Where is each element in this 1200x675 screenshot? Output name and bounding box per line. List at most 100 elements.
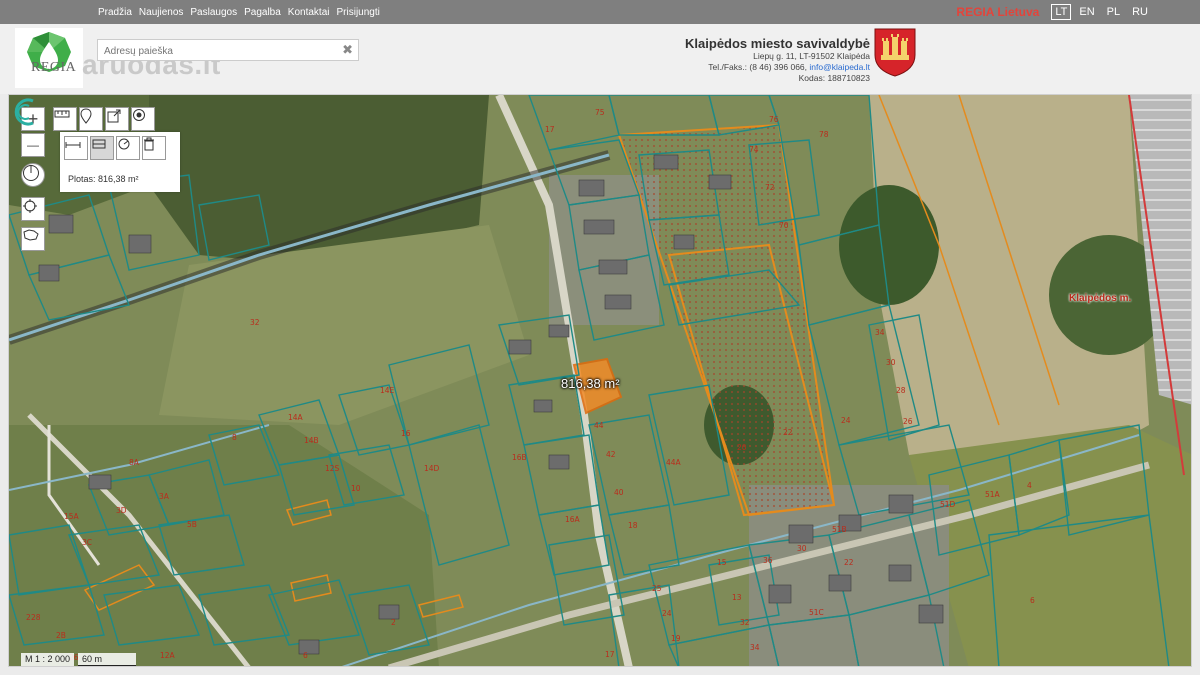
- cadastral-map[interactable]: 75 17 76 74 78 72 70 32 34 30 28 26 24 2…: [8, 94, 1192, 667]
- parcel-label: 25: [652, 584, 662, 593]
- clear-search-icon[interactable]: ✖: [342, 42, 353, 58]
- parcel-label: 6: [1030, 596, 1035, 605]
- parcel-label: 2: [391, 618, 396, 627]
- municipality-email[interactable]: info@klaipeda.lt: [809, 62, 870, 72]
- compass-button[interactable]: [21, 163, 45, 187]
- parcel-label: 28: [896, 386, 906, 395]
- parcel-label: 4: [1027, 481, 1032, 490]
- parcel-label: 3C: [82, 538, 92, 547]
- parcel-label: 24: [662, 609, 672, 618]
- regia-corner-logo-icon: [14, 98, 34, 126]
- map-pin-icon: [80, 108, 92, 124]
- map-scale: M 1 : 2 000 60 m: [21, 653, 137, 666]
- nav-paslaugos[interactable]: Paslaugos: [190, 7, 237, 18]
- nav-pradzia[interactable]: Pradžia: [98, 7, 132, 18]
- delete-measurement-button[interactable]: [142, 136, 166, 160]
- scale-ratio: M 1 : 2 000: [21, 653, 75, 666]
- marker-tool-button[interactable]: [79, 107, 103, 131]
- municipality-contact: Tel./Faks.: (8 46) 396 066, info@klaiped…: [685, 62, 870, 73]
- measure-tool-button[interactable]: [53, 107, 77, 131]
- parcel-label: 75: [595, 108, 605, 117]
- parcel-label: 32: [740, 618, 750, 627]
- parcel-label: 36: [763, 556, 773, 565]
- parcel-label: 30: [797, 544, 807, 553]
- nav-prisijungti[interactable]: Prisijungti: [337, 7, 380, 18]
- parcel-label: 15: [717, 558, 727, 567]
- parcel-label: 15A: [64, 512, 80, 521]
- parcel-label: 70: [779, 221, 789, 230]
- parcel-label: 3A: [159, 492, 170, 501]
- parcel-label: 78: [819, 130, 829, 139]
- parcel-label: 14D: [424, 464, 440, 473]
- municipality-info: Klaipėdos miesto savivaldybė Liepų g. 11…: [685, 36, 870, 84]
- measure-line-icon: [65, 142, 81, 148]
- crosshair-icon: [23, 199, 37, 213]
- my-location-button[interactable]: [21, 197, 45, 221]
- klaipeda-crest-icon: [874, 28, 916, 77]
- address-search-input[interactable]: [102, 41, 336, 61]
- measure-line-button[interactable]: [64, 136, 88, 160]
- parcel-label: 19: [671, 634, 681, 643]
- main-nav: Pradžia Naujienos Paslaugos Pagalba Kont…: [98, 0, 387, 24]
- export-icon: [107, 109, 121, 123]
- language-pl[interactable]: PL: [1103, 4, 1124, 20]
- parcel-label: 51D: [940, 500, 956, 509]
- parcel-label: 20: [737, 443, 747, 452]
- compass-icon: [23, 165, 39, 181]
- municipality-name: Klaipėdos miesto savivaldybė: [685, 36, 870, 51]
- brand-language-bar: REGIA Lietuva LT EN PL RU: [956, 0, 1152, 24]
- export-tool-button[interactable]: [105, 107, 129, 131]
- parcel-label: 16B: [512, 453, 527, 462]
- nav-kontaktai[interactable]: Kontaktai: [288, 7, 330, 18]
- nav-pagalba[interactable]: Pagalba: [244, 7, 281, 18]
- parcel-label: 51A: [985, 490, 1001, 499]
- measured-area-readout: Plotas: 816,38 m²: [68, 174, 139, 184]
- boundary-layer-button[interactable]: [21, 227, 45, 251]
- regia-logo-icon: [27, 32, 71, 72]
- region-shape-icon: [23, 229, 39, 241]
- measure-circle-icon: [118, 138, 130, 150]
- municipality-address: Liepų g. 11, LT-91502 Klaipėda: [753, 51, 870, 61]
- parcel-label: 8A: [129, 458, 140, 467]
- top-navigation-bar: Pradžia Naujienos Paslaugos Pagalba Kont…: [0, 0, 1200, 24]
- language-ru[interactable]: RU: [1128, 4, 1152, 20]
- municipality-phone: Tel./Faks.: (8 46) 396 066,: [708, 62, 808, 72]
- locate-tool-button[interactable]: [131, 107, 155, 131]
- measure-area-icon: [92, 139, 106, 149]
- parcel-label: 14A: [288, 413, 304, 422]
- measure-area-button[interactable]: [90, 136, 114, 160]
- parcel-label: 76: [769, 115, 779, 124]
- measure-panel: Plotas: 816,38 m²: [60, 132, 180, 192]
- target-icon: [133, 109, 145, 121]
- zoom-out-button[interactable]: —: [21, 133, 45, 157]
- parcel-label: 32: [250, 318, 260, 327]
- regia-logo-text: REGIA: [31, 60, 77, 75]
- parcel-label: 28: [31, 613, 41, 622]
- language-en[interactable]: EN: [1075, 4, 1098, 20]
- place-label: Klaipėdos m.: [1069, 293, 1132, 304]
- parcel-label: 44: [594, 421, 604, 430]
- parcel-label: 34: [750, 643, 760, 652]
- parcel-label: 26: [903, 417, 913, 426]
- address-search: ✖: [97, 39, 359, 61]
- measure-circle-button[interactable]: [116, 136, 140, 160]
- parcel-label: 12S: [325, 464, 340, 473]
- nav-naujienos[interactable]: Naujienos: [139, 7, 183, 18]
- parcel-label: 17: [545, 125, 555, 134]
- parcel-label: 6: [303, 651, 308, 660]
- measured-area-badge: 816,38 m²: [561, 376, 620, 391]
- parcel-label: 22: [844, 558, 854, 567]
- parcel-label: 14B: [304, 436, 319, 445]
- parcel-label: 40: [614, 488, 624, 497]
- regia-lietuva-link[interactable]: REGIA Lietuva: [956, 5, 1039, 19]
- parcel-label: 42: [606, 450, 616, 459]
- municipality-code: Kodas: 188710823: [798, 73, 870, 83]
- trash-icon: [144, 137, 154, 151]
- parcel-label: 5B: [187, 520, 197, 529]
- regia-logo[interactable]: [15, 28, 83, 88]
- parcel-label: 22: [783, 428, 793, 437]
- header: REGIA aruodas.lt ✖ Klaipėdos miesto savi…: [0, 24, 1200, 94]
- ruler-icon: [54, 110, 70, 118]
- parcel-label: 51C: [809, 608, 824, 617]
- language-lt[interactable]: LT: [1051, 4, 1072, 20]
